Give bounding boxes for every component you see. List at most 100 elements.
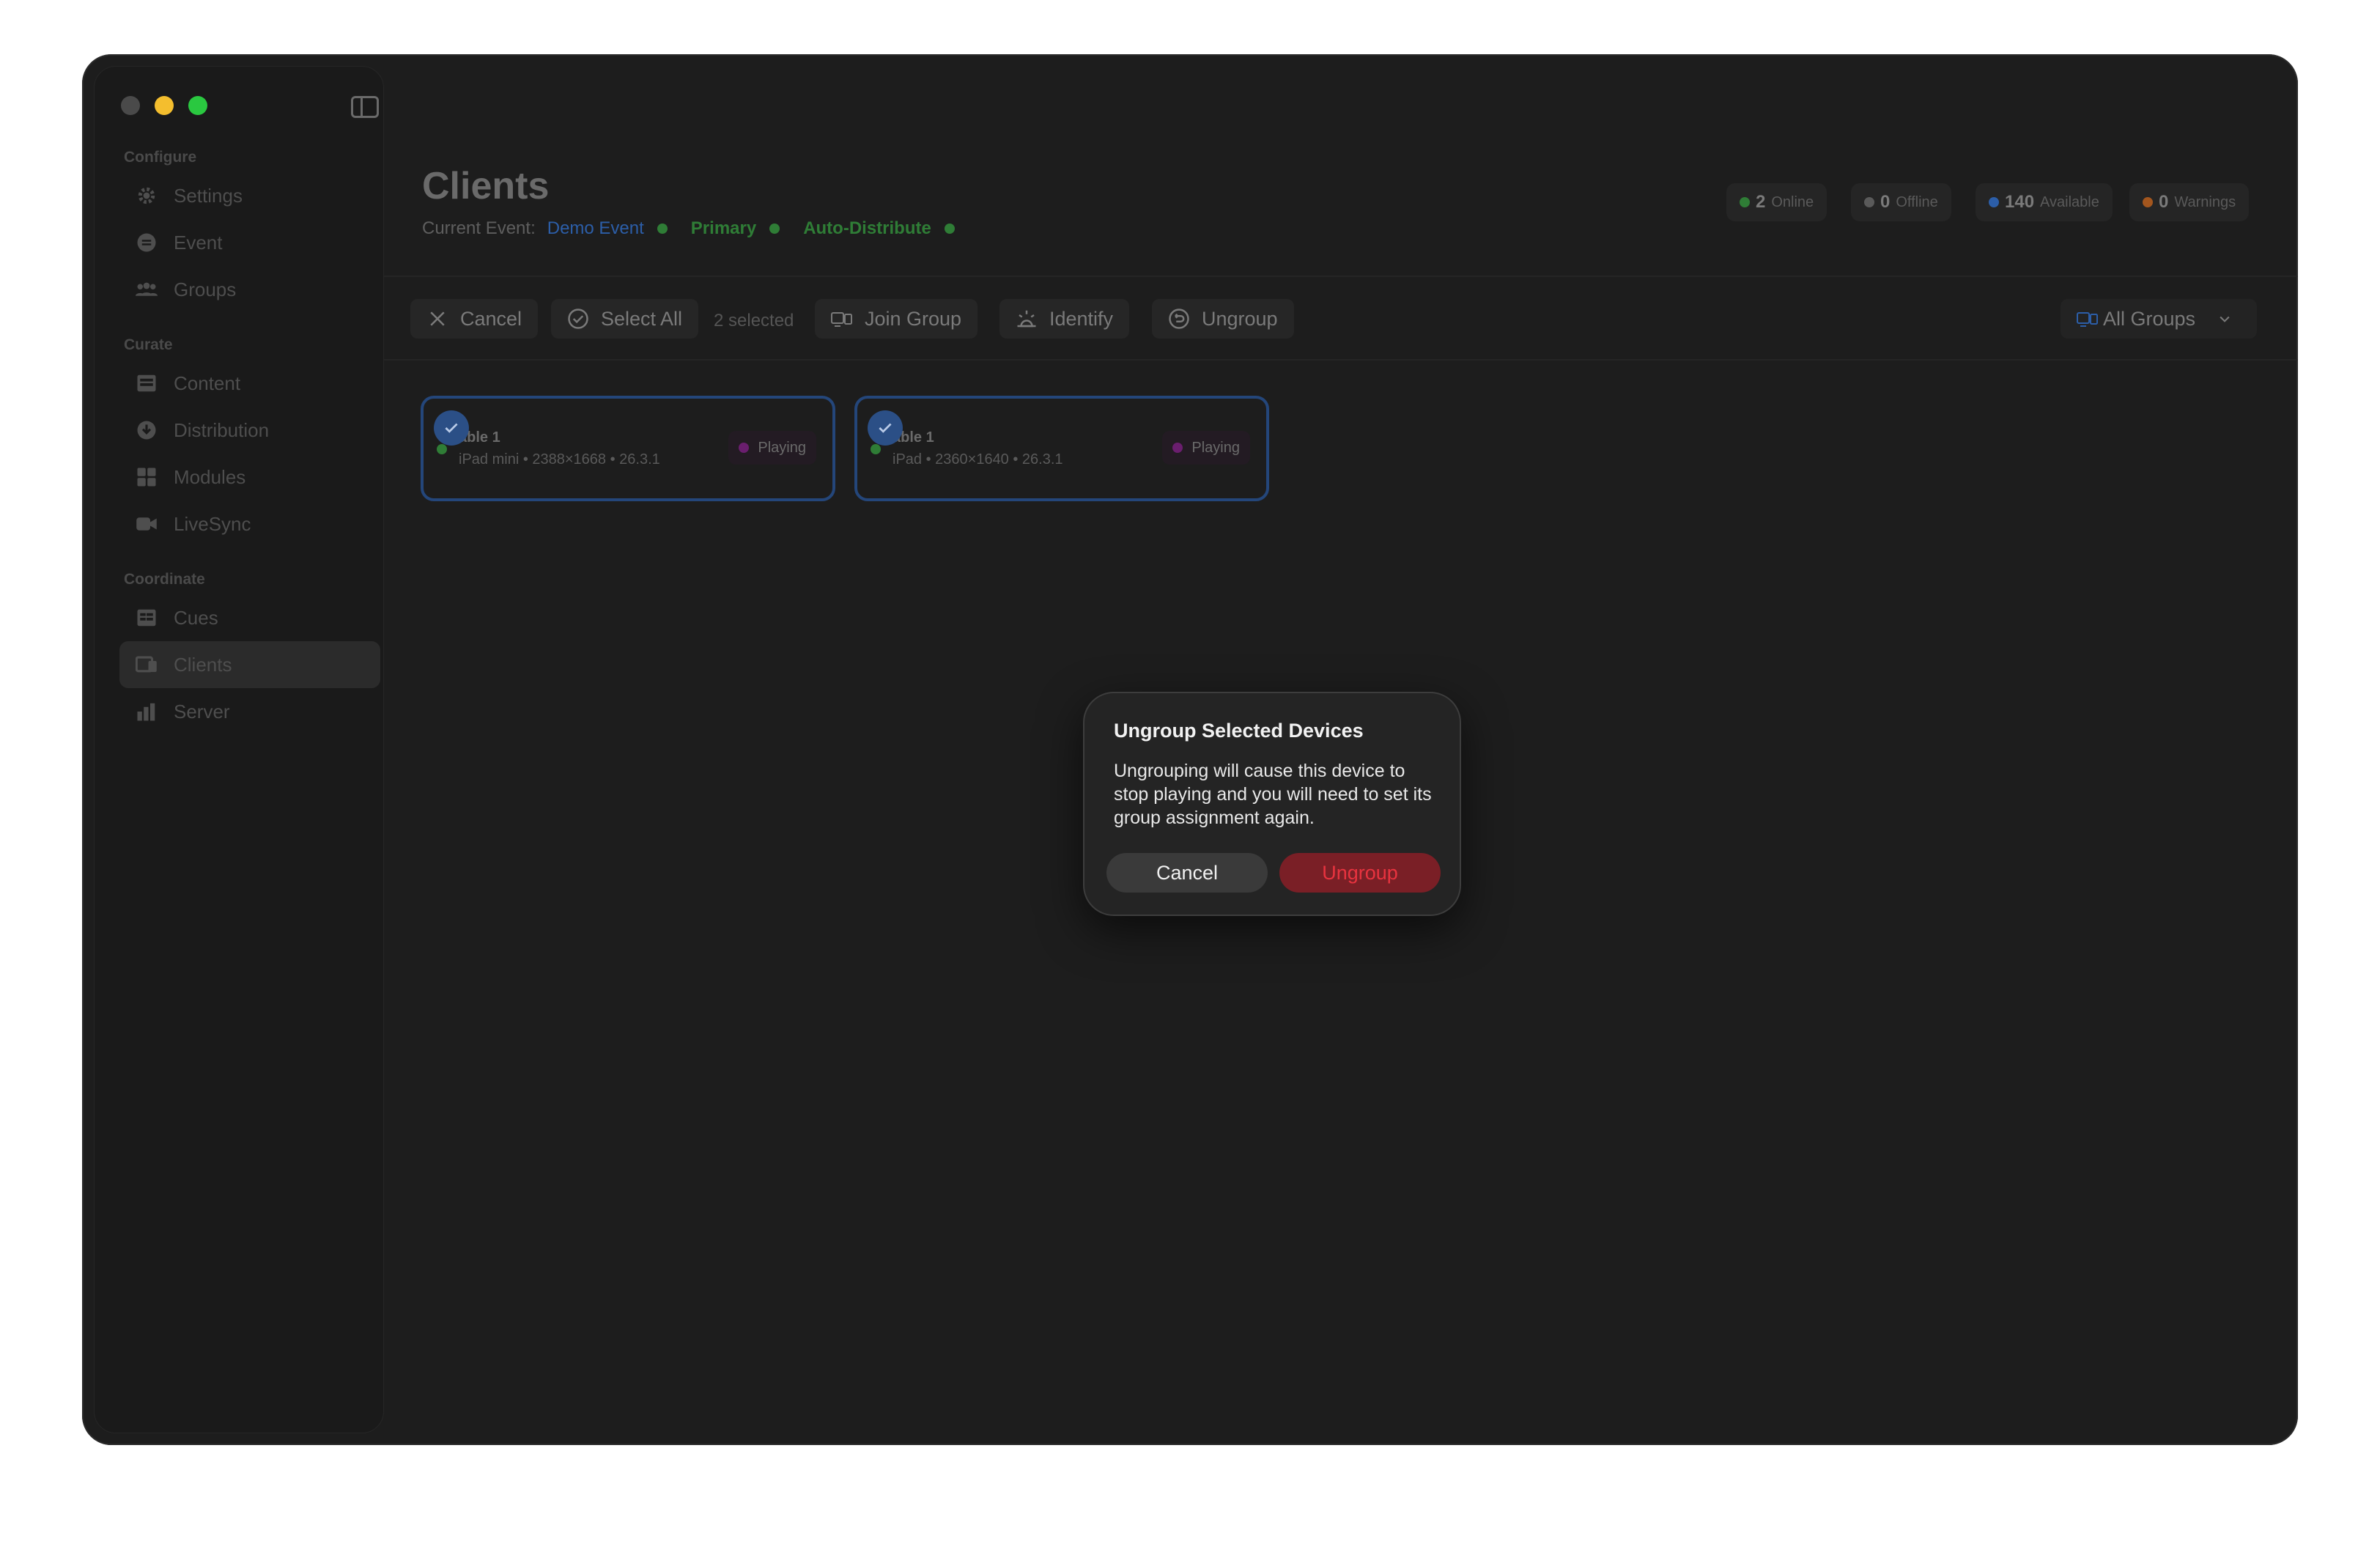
available-dot <box>1989 197 1999 207</box>
dialog-cancel-button[interactable]: Cancel <box>1106 853 1268 893</box>
stat-label: Online <box>1771 193 1814 210</box>
status-label: Playing <box>1191 439 1240 456</box>
auto-distribute-status-dot <box>944 224 955 234</box>
online-indicator <box>871 444 881 454</box>
select-all-button[interactable]: Select All <box>551 299 699 339</box>
sidebar-item-groups[interactable]: Groups <box>119 266 380 313</box>
sidebar-item-label: LiveSync <box>174 512 251 535</box>
identify-label: Identify <box>1049 307 1114 330</box>
ungroup-icon <box>1169 309 1189 329</box>
sidebar-item-label: Modules <box>174 465 246 488</box>
group-filter-icon <box>2077 312 2098 327</box>
sidebar-item-event[interactable]: Event <box>119 219 380 266</box>
group-filter-label: All Groups <box>2103 307 2196 330</box>
device-card[interactable]: able 1 iPad • 2360×1640 • 26.3.1 Playing <box>854 396 1269 501</box>
chevron-down-icon <box>2220 316 2230 322</box>
selected-count: 2 selected <box>714 311 794 330</box>
app-window: Configure Settings Event Groups Curate C… <box>82 54 2298 1445</box>
status-badge: Playing <box>728 431 816 465</box>
online-indicator <box>437 444 447 454</box>
sidebar-item-label: Event <box>174 231 223 254</box>
warnings-dot <box>2143 197 2153 207</box>
dialog-ungroup-button[interactable]: Ungroup <box>1279 853 1441 893</box>
ungroup-label: Ungroup <box>1202 307 1278 330</box>
status-badge: Playing <box>1162 431 1250 465</box>
device-spec: iPad mini • 2388×1668 • 26.3.1 <box>459 451 660 468</box>
stat-label: Offline <box>1896 193 1938 210</box>
content-icon <box>136 372 158 394</box>
event-status-dot <box>657 224 668 234</box>
status-label: Playing <box>758 439 806 456</box>
close-window-button[interactable] <box>121 96 140 115</box>
stat-count: 140 <box>2005 192 2035 212</box>
selection-checkmark-icon[interactable] <box>868 410 903 446</box>
event-icon <box>136 232 158 254</box>
section-label-configure: Configure <box>124 149 197 166</box>
people-icon <box>136 278 158 300</box>
dialog-message: Ungrouping will cause this device to sto… <box>1114 761 1432 828</box>
auto-distribute-status: Auto-Distribute <box>803 218 931 238</box>
sidebar-item-label: Settings <box>174 184 243 207</box>
minimize-window-button[interactable] <box>155 96 174 115</box>
sidebar-item-clients[interactable]: Clients <box>119 641 380 688</box>
header-divider <box>384 276 2298 277</box>
sidebar-item-content[interactable]: Content <box>119 360 380 407</box>
sidebar-item-label: Groups <box>174 278 237 300</box>
device-spec: iPad • 2360×1640 • 26.3.1 <box>892 451 1063 468</box>
section-label-curate: Curate <box>124 336 173 353</box>
sidebar-item-label: Content <box>174 372 241 394</box>
cues-icon <box>136 607 158 629</box>
sidebar-item-label: Server <box>174 700 230 723</box>
checkmark-circle-icon <box>568 309 588 329</box>
ungroup-button[interactable]: Ungroup <box>1152 299 1294 339</box>
stat-count: 2 <box>1756 192 1766 212</box>
join-group-button[interactable]: Join Group <box>815 299 978 339</box>
grid-icon <box>136 466 158 488</box>
chart-icon <box>136 701 158 723</box>
close-icon <box>430 311 445 326</box>
online-dot <box>1740 197 1750 207</box>
stat-warnings: 0 Warnings <box>2129 183 2250 221</box>
dialog-title: Ungroup Selected Devices <box>1114 720 1364 742</box>
stat-available: 140 Available <box>1976 183 2113 221</box>
join-group-label: Join Group <box>865 307 962 330</box>
current-event-label: Current Event: <box>422 218 536 238</box>
beacon-icon <box>1017 310 1036 328</box>
offline-dot <box>1864 197 1874 207</box>
primary-status: Primary <box>690 218 757 238</box>
zoom-window-button[interactable] <box>188 96 207 115</box>
sidebar-item-label: Clients <box>174 653 232 676</box>
video-icon <box>136 513 158 535</box>
stat-count: 0 <box>2159 192 2169 212</box>
device-card[interactable]: able 1 iPad mini • 2388×1668 • 26.3.1 Pl… <box>421 396 835 501</box>
sidebar-item-label: Cues <box>174 606 218 629</box>
gear-icon <box>136 185 158 207</box>
sidebar-item-settings[interactable]: Settings <box>119 172 380 219</box>
stat-count: 0 <box>1880 192 1891 212</box>
stat-label: Available <box>2040 193 2099 210</box>
selection-checkmark-icon[interactable] <box>434 410 469 446</box>
cancel-label: Cancel <box>460 307 522 330</box>
sidebar-item-livesync[interactable]: LiveSync <box>119 501 380 547</box>
sidebar-item-label: Distribution <box>174 418 270 441</box>
stat-label: Warnings <box>2174 193 2236 210</box>
select-all-label: Select All <box>601 307 683 330</box>
identify-button[interactable]: Identify <box>999 299 1130 339</box>
playing-dot <box>739 443 750 453</box>
section-label-coordinate: Coordinate <box>124 571 205 588</box>
playing-dot <box>1172 443 1183 453</box>
download-icon <box>136 419 158 441</box>
cancel-selection-button[interactable]: Cancel <box>410 299 539 339</box>
sidebar-item-cues[interactable]: Cues <box>119 594 380 641</box>
stat-online: 2 Online <box>1726 183 1828 221</box>
page-title: Clients <box>422 165 550 207</box>
sidebar-toggle-icon[interactable] <box>351 96 379 118</box>
clients-icon <box>136 654 158 676</box>
sidebar-item-modules[interactable]: Modules <box>119 454 380 501</box>
sidebar-item-server[interactable]: Server <box>119 688 380 735</box>
stat-offline: 0 Offline <box>1851 183 1951 221</box>
sidebar-item-distribution[interactable]: Distribution <box>119 407 380 454</box>
event-info: Current Event: Demo Event Primary Auto-D… <box>422 218 955 239</box>
group-filter-dropdown[interactable]: All Groups <box>2061 299 2257 339</box>
event-name-link[interactable]: Demo Event <box>547 218 644 239</box>
